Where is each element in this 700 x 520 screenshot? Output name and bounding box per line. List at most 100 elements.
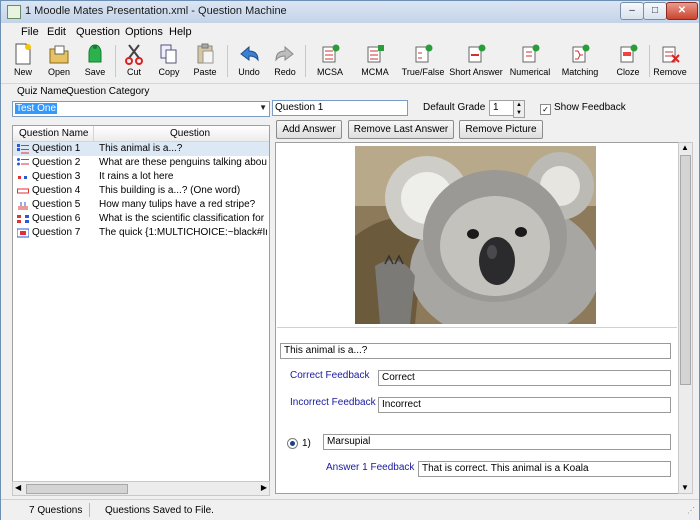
- paste-button[interactable]: Paste: [191, 43, 219, 81]
- answer-1-correct-radio[interactable]: [287, 438, 298, 449]
- question-list: Question Name Question Question 1 This a…: [12, 125, 270, 483]
- add-answer-button[interactable]: Add Answer: [276, 120, 342, 139]
- copy-button[interactable]: Copy: [155, 43, 183, 81]
- toolbar-separator: [115, 45, 116, 77]
- menu-file[interactable]: File: [21, 26, 39, 38]
- scissors-icon: [125, 44, 143, 65]
- close-button[interactable]: ✕: [666, 2, 698, 20]
- toolbar-separator: [305, 45, 306, 77]
- grade-stepper[interactable]: ▲ ▼: [513, 100, 525, 118]
- question-editor-panel: This animal is a...? Correct Feedback Co…: [275, 142, 679, 494]
- answer-1-feedback-label: Answer 1 Feedback: [326, 462, 415, 473]
- resize-grip-icon[interactable]: ⋰: [687, 506, 695, 515]
- save-status: Questions Saved to File.: [105, 505, 214, 516]
- true-false-icon: [415, 44, 433, 63]
- app-icon: [7, 5, 21, 19]
- menu-edit[interactable]: Edit: [47, 26, 66, 38]
- column-divider[interactable]: [93, 126, 94, 141]
- chevron-down-icon: ▼: [259, 103, 267, 112]
- undo-button[interactable]: Undo: [235, 43, 263, 81]
- status-divider: [89, 503, 90, 517]
- matching-button[interactable]: Matching: [560, 43, 600, 81]
- menu-help[interactable]: Help: [169, 26, 192, 38]
- editor-vertical-scrollbar[interactable]: ▲ ▼: [678, 142, 693, 494]
- answer-1-feedback-field[interactable]: That is correct. This animal is a Koala: [418, 461, 671, 477]
- undo-icon: [240, 45, 259, 62]
- toolbar-separator: [227, 45, 228, 77]
- scrollbar-thumb[interactable]: [26, 484, 128, 494]
- question-text-field[interactable]: This animal is a...?: [280, 343, 671, 359]
- open-button[interactable]: Open: [43, 43, 75, 81]
- menu-question[interactable]: Question: [76, 26, 120, 38]
- toolbar: New Open Save Cut Copy Paste Undo Redo M…: [1, 41, 699, 84]
- minimize-button[interactable]: –: [620, 2, 644, 20]
- redo-button[interactable]: Redo: [271, 43, 299, 81]
- menu-options[interactable]: Options: [125, 26, 163, 38]
- remove-button[interactable]: Remove: [653, 43, 687, 81]
- menu-bar: File Edit Question Options Help: [1, 23, 699, 41]
- incorrect-feedback-label: Incorrect Feedback: [290, 397, 376, 408]
- mcma-button[interactable]: MCMA: [358, 43, 392, 81]
- show-feedback-checkbox[interactable]: ✓: [540, 104, 551, 115]
- question-category-label: Question Category: [66, 86, 150, 97]
- picture-area: [277, 144, 677, 328]
- title-bar[interactable]: 1 Moodle Mates Presentation.xml - Questi…: [1, 1, 699, 23]
- save-button[interactable]: Save: [81, 43, 109, 81]
- column-header-name[interactable]: Question Name: [19, 128, 88, 139]
- table-row[interactable]: Question 4 This building is a...? (One w…: [13, 184, 269, 198]
- app-window: 1 Moodle Mates Presentation.xml - Questi…: [0, 0, 700, 520]
- scroll-left-icon[interactable]: ◀: [15, 483, 21, 492]
- quiz-name-label: Quiz Name: [17, 86, 68, 97]
- column-header-question[interactable]: Question: [170, 128, 210, 139]
- quiz-dropdown[interactable]: Test One ▼: [12, 101, 270, 117]
- scroll-up-icon[interactable]: ▲: [681, 143, 689, 152]
- remove-last-answer-button[interactable]: Remove Last Answer: [348, 120, 454, 139]
- question-count-status: 7 Questions: [29, 505, 83, 516]
- short-answer-button[interactable]: Short Answer: [449, 43, 503, 81]
- mcsa-icon: [322, 44, 340, 63]
- show-feedback-label: Show Feedback: [554, 102, 626, 113]
- correct-feedback-label: Correct Feedback: [290, 370, 370, 381]
- table-row[interactable]: Question 3 It rains a lot here: [13, 170, 269, 184]
- table-row[interactable]: Question 2 What are these penguins talki…: [13, 156, 269, 170]
- correct-feedback-field[interactable]: Correct: [378, 370, 671, 386]
- mcsa-type-icon: [17, 158, 29, 166]
- question-list-header: Question Name Question: [13, 126, 269, 142]
- question-title-input[interactable]: Question 1: [272, 100, 408, 116]
- quiz-dropdown-value: Test One: [15, 103, 58, 114]
- scroll-right-icon[interactable]: ▶: [261, 483, 267, 492]
- true-false-button[interactable]: True/False: [401, 43, 445, 81]
- mcma-type-icon: [17, 144, 29, 154]
- default-grade-label: Default Grade: [423, 102, 486, 113]
- table-row[interactable]: Question 5 How many tulips have a red st…: [13, 198, 269, 212]
- paste-icon: [197, 43, 214, 64]
- status-bar: 7 Questions Questions Saved to File. ⋰: [1, 499, 699, 520]
- scroll-down-icon[interactable]: ▼: [681, 483, 689, 492]
- answer-1-number: 1): [302, 438, 311, 449]
- table-row[interactable]: Question 6 What is the scientific classi…: [13, 212, 269, 226]
- numerical-icon: [522, 44, 540, 63]
- numerical-type-icon: [18, 202, 28, 210]
- numerical-button[interactable]: Numerical: [508, 43, 552, 81]
- cloze-icon: [620, 44, 638, 63]
- remove-picture-button[interactable]: Remove Picture: [459, 120, 543, 139]
- new-button[interactable]: New: [9, 43, 37, 81]
- redo-icon: [275, 45, 294, 62]
- incorrect-feedback-field[interactable]: Incorrect: [378, 397, 671, 413]
- mcma-icon: [367, 45, 384, 63]
- mcsa-button[interactable]: MCSA: [313, 43, 347, 81]
- answer-1-field[interactable]: Marsupial: [323, 434, 671, 450]
- matching-type-icon: [17, 215, 29, 223]
- window-title: 1 Moodle Mates Presentation.xml - Questi…: [25, 5, 287, 17]
- scrollbar-thumb[interactable]: [680, 155, 691, 385]
- table-row[interactable]: Question 1 This animal is a...?: [13, 142, 269, 156]
- maximize-button[interactable]: □: [643, 2, 667, 20]
- table-row[interactable]: Question 7 The quick {1:MULTICHOICE:~bla…: [13, 226, 269, 240]
- new-file-icon: [15, 43, 31, 65]
- short-answer-icon: [468, 44, 486, 63]
- cloze-button[interactable]: Cloze: [613, 43, 643, 81]
- question-list-horizontal-scrollbar[interactable]: ◀ ▶: [12, 481, 270, 496]
- koala-picture: [355, 146, 596, 324]
- cut-button[interactable]: Cut: [121, 43, 147, 81]
- true-false-type-icon: [18, 176, 27, 179]
